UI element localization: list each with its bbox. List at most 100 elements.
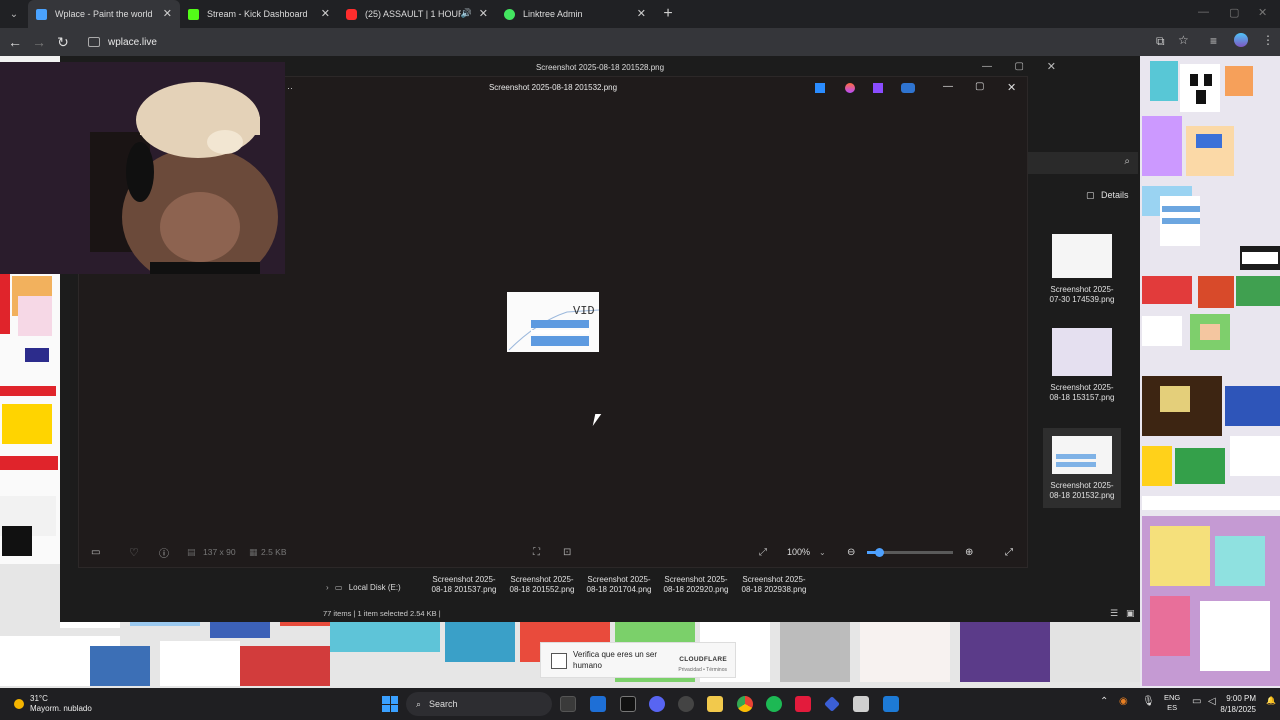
new-tab-button[interactable]: + [654, 0, 682, 28]
menu-kebab-icon[interactable]: ⋮ [1262, 33, 1274, 47]
file-explorer-icon[interactable] [707, 696, 723, 712]
reading-list-icon[interactable]: ≡ [1210, 34, 1217, 48]
photos-icon[interactable] [883, 696, 899, 712]
file-name[interactable]: Screenshot 2025-08-18 201704.png [583, 575, 655, 595]
crop-icon[interactable]: ⊡ [563, 547, 571, 558]
audio-playing-icon[interactable]: 🔊 [461, 8, 472, 19]
volume-icon[interactable]: ◁ [1208, 696, 1216, 707]
maximize-icon[interactable]: ▢ [1015, 61, 1024, 72]
spotify-icon[interactable] [766, 696, 782, 712]
tray-overflow-icon[interactable]: ⌃ [1100, 696, 1108, 707]
chevron-down-icon[interactable]: ⌄ [819, 548, 826, 557]
bookmark-star-icon[interactable]: ☆ [1178, 33, 1189, 47]
forward-icon[interactable]: → [27, 34, 51, 50]
zoom-slider-thumb[interactable] [875, 548, 884, 557]
system-clock[interactable]: 9:00 PM 8/18/2025 [1220, 693, 1256, 715]
viewer-bottom-bar: ▭ ♡ ⓘ ▤ 137 x 90 ▦ 2.5 KB ⛶ ⊡ ⤢ 100% ⌄ ⊖… [79, 537, 1027, 567]
snipping-tool-icon[interactable] [853, 696, 869, 712]
minimize-icon[interactable]: — [943, 81, 953, 92]
search-label: Search [429, 699, 458, 709]
github-icon[interactable] [678, 696, 694, 712]
file-thumbnail[interactable] [1052, 436, 1112, 474]
file-thumbnail[interactable] [1052, 328, 1112, 376]
maximize-icon[interactable]: ▢ [975, 81, 984, 92]
displayed-image[interactable]: VID [507, 292, 600, 352]
explorer-search-input[interactable]: ⌕ [1026, 152, 1138, 174]
minimize-icon[interactable]: — [982, 61, 992, 72]
tab-kick-dashboard[interactable]: Stream - Kick Dashboard ✕ [180, 0, 338, 28]
favorite-heart-icon[interactable]: ♡ [129, 546, 139, 559]
weather-sun-icon [14, 699, 24, 709]
paint-icon[interactable] [845, 83, 855, 93]
file-name[interactable]: Screenshot 2025-08-18 202938.png [738, 575, 810, 595]
app-icon[interactable] [824, 696, 840, 712]
clipchamp-icon[interactable] [873, 83, 883, 93]
file-name[interactable]: Screenshot 2025-08-18 201537.png [428, 575, 500, 595]
tiktok-icon[interactable] [795, 696, 811, 712]
close-window-icon[interactable]: ✕ [1258, 6, 1267, 19]
image-dimensions: 137 x 90 [203, 547, 236, 557]
address-bar[interactable]: wplace.live [82, 32, 1142, 52]
chrome-icon[interactable] [737, 696, 753, 712]
file-thumbnail[interactable] [1052, 234, 1112, 278]
info-icon[interactable]: ⓘ [159, 545, 169, 560]
zoom-in-icon[interactable]: ⊕ [965, 547, 973, 558]
file-name[interactable]: Screenshot 2025-08-18 201552.png [506, 575, 578, 595]
cloudflare-captcha: Verifica que eres un ser humano CLOUDFLA… [540, 642, 736, 678]
install-app-icon[interactable]: ⧉ [1156, 34, 1165, 49]
youtube-favicon-icon [346, 8, 357, 20]
close-tab-icon[interactable]: ✕ [321, 8, 330, 20]
discord-icon[interactable] [649, 696, 665, 712]
minimize-icon[interactable]: — [1198, 6, 1209, 18]
task-view-icon[interactable] [560, 696, 576, 712]
media-app-icon[interactable] [620, 696, 636, 712]
reload-icon[interactable]: ↻ [51, 34, 75, 51]
close-tab-icon[interactable]: ✕ [637, 8, 646, 20]
verify-checkbox[interactable] [551, 653, 567, 669]
windows-start-icon[interactable] [382, 696, 398, 712]
zoom-slider[interactable] [867, 548, 953, 557]
file-name[interactable]: Screenshot 2025-08-18 202920.png [660, 575, 732, 595]
fullscreen-icon[interactable]: ⤢ [1005, 547, 1013, 558]
visual-search-icon[interactable]: ⛶ [533, 547, 540, 558]
app-icon[interactable] [590, 696, 606, 712]
kick-favicon-icon [188, 8, 199, 20]
network-icon[interactable]: ▭ [1192, 696, 1201, 707]
close-tab-icon[interactable]: ✕ [163, 8, 172, 20]
tab-wplace[interactable]: Wplace - Paint the world ✕ [28, 0, 180, 28]
details-button[interactable]: ▢ Details [1086, 190, 1129, 201]
weather-widget[interactable]: 31°C Mayorm. nublado [14, 694, 92, 714]
microphone-icon[interactable]: 🎙 [1142, 696, 1155, 707]
maximize-icon[interactable]: ▢ [1229, 6, 1239, 19]
close-window-icon[interactable]: ✕ [1007, 81, 1016, 94]
cloud-icon[interactable] [901, 83, 915, 93]
notification-icon[interactable]: 🔔 [1266, 696, 1276, 705]
nav-item-local-disk[interactable]: › ▭ Local Disk (E:) [326, 583, 401, 592]
profile-avatar[interactable] [1234, 33, 1248, 47]
time: 9:00 PM [1226, 694, 1256, 703]
zoom-level[interactable]: 100% [787, 547, 810, 557]
tab-linktree[interactable]: Linktree Admin ✕ [496, 0, 654, 28]
close-tab-icon[interactable]: ✕ [479, 8, 488, 20]
tray-app-icon[interactable]: ◉ [1119, 696, 1128, 707]
file-name: Screenshot 2025-08-18 201532.png [1049, 481, 1115, 500]
filmstrip-icon[interactable]: ▭ [91, 547, 100, 558]
file-name: Screenshot 2025-07-30 174539.png [1049, 285, 1115, 304]
back-icon[interactable]: ← [3, 34, 27, 50]
search-icon: ⌕ [416, 698, 422, 709]
language-indicator[interactable]: ENG ES [1164, 693, 1180, 713]
address-text: wplace.live [108, 36, 157, 48]
tab-youtube[interactable]: (25) ASSAULT | 1 HOUR of 🔊 ✕ [338, 0, 496, 28]
fit-to-window-icon[interactable]: ⤢ [759, 547, 767, 558]
tiles-view-icon[interactable]: ▣ [1126, 608, 1135, 619]
taskbar-search[interactable]: ⌕ Search [406, 692, 552, 716]
zoom-out-icon[interactable]: ⊖ [847, 547, 855, 558]
site-info-icon[interactable] [88, 37, 100, 47]
tab-title: Linktree Admin [523, 9, 583, 19]
close-window-icon[interactable]: ✕ [1047, 60, 1056, 73]
browser-toolbar: ← → ↻ wplace.live ⧉ ☆ ≡ ⋮ [0, 28, 1280, 56]
details-view-icon[interactable]: ☰ [1110, 608, 1118, 619]
tab-search-icon[interactable]: ⌄ [0, 0, 28, 28]
captcha-legal-links[interactable]: Privacidad • Términos [678, 667, 727, 673]
edit-icon[interactable] [815, 83, 825, 93]
